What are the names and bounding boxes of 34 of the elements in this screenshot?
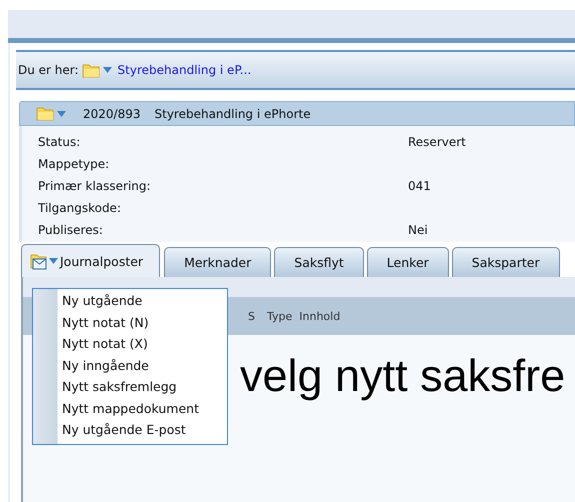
field-label: Mappetype: [38,157,110,171]
breadcrumb-link[interactable]: Styrebehandling i eP... [118,63,252,77]
column-header[interactable]: Type [266,310,292,322]
menu-item[interactable]: Nytt saksfremlegg [33,376,227,398]
field-label: Publiseres: [38,223,103,237]
caret-icon[interactable] [57,110,66,116]
caret-icon[interactable] [102,67,112,73]
menu-item[interactable]: Nytt mappedokument [33,398,227,419]
folder-icon [36,106,54,121]
field-value: Nei [408,223,428,237]
column-header[interactable]: Innhold [299,310,340,322]
folder-icon [82,62,100,78]
menu-item[interactable]: Nytt notat (X) [33,333,227,354]
tab[interactable]: Lenker [366,247,449,277]
case-title: Styrebehandling i ePhorte [154,106,311,120]
menu-item[interactable]: Ny utgående E-post [33,419,227,440]
breadcrumb-label: Du er her: [18,63,79,77]
menu-item[interactable]: Ny utgående [33,290,227,312]
tab[interactable]: Merknader [164,247,272,277]
tab[interactable]: Journalposter [21,244,160,277]
menu-item[interactable]: Ny inngående [33,354,227,376]
tab[interactable]: Saksflyt [274,247,364,277]
field-label: Status: [38,135,80,149]
field-label: Primær klassering: [38,179,151,193]
field-label: Tilgangskode: [38,201,121,215]
field-value: Reservert [408,135,466,149]
caret-icon[interactable] [49,258,58,264]
folder-envelope-icon [30,252,48,270]
case-number: 2020/893 [83,106,140,120]
annotation-text: velg nytt saksfre [240,350,566,402]
tab[interactable]: Saksparter [452,247,560,277]
column-header[interactable]: S [248,310,255,322]
field-value: 041 [408,179,431,193]
menu-item[interactable]: Nytt notat (N) [33,312,227,333]
